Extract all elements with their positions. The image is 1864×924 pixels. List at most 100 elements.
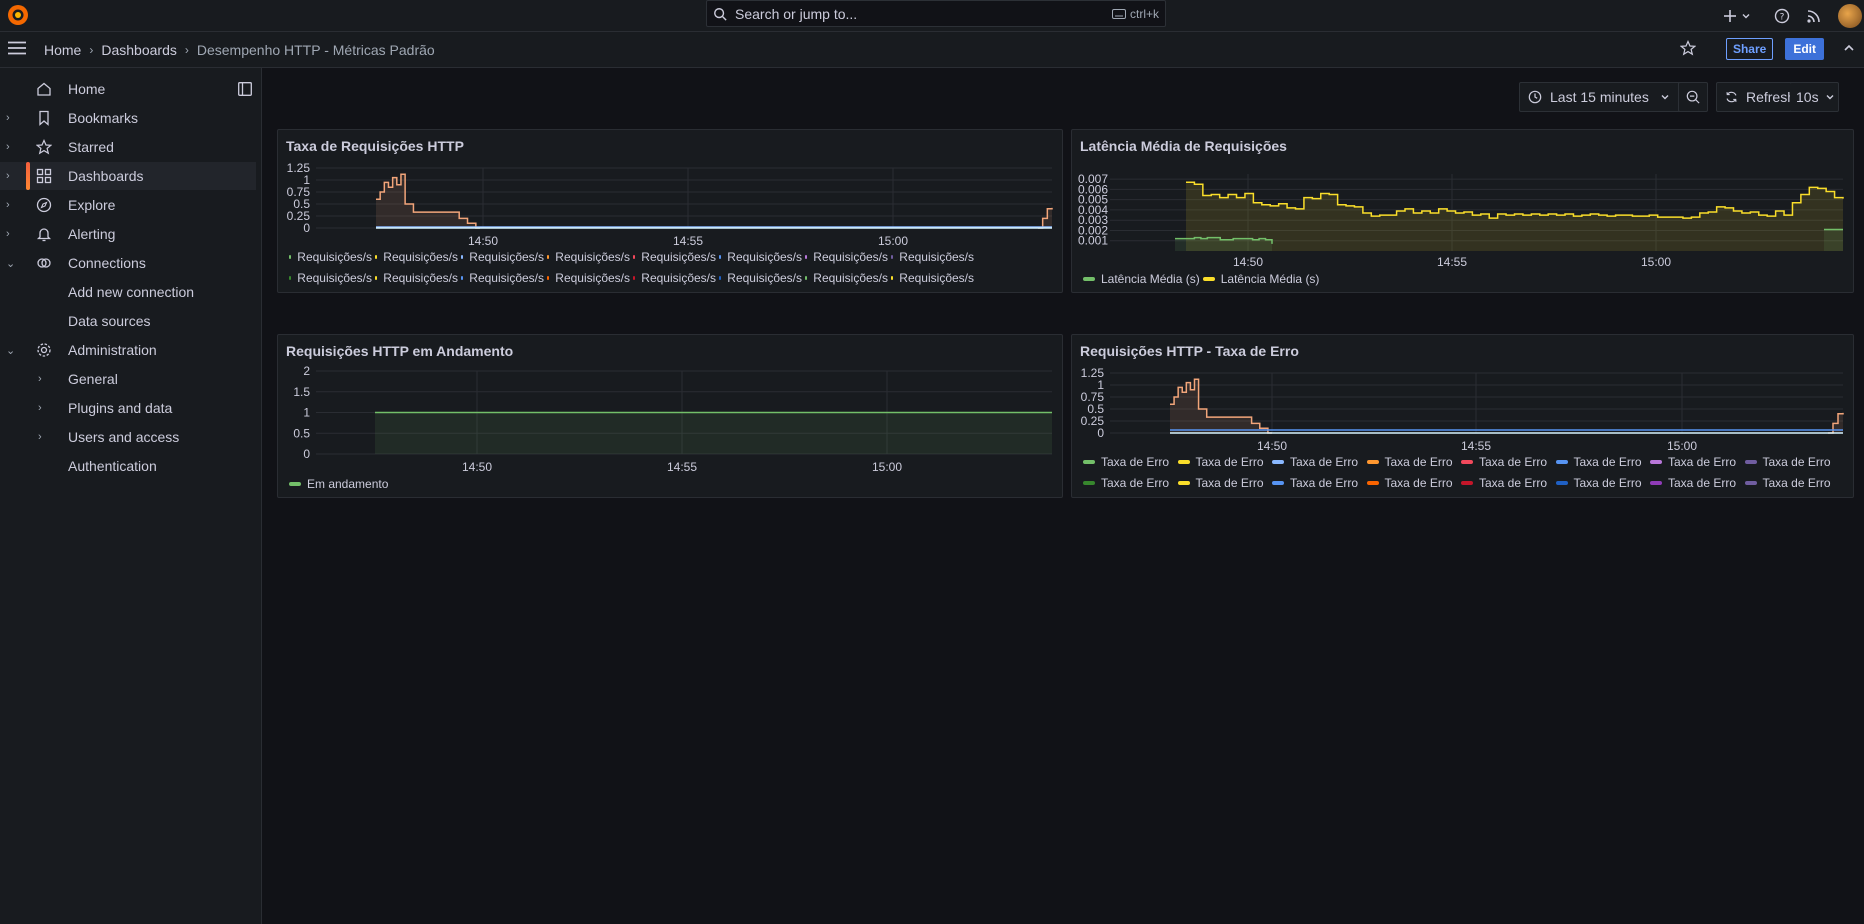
sidebar-item-bookmarks[interactable]: › Bookmarks [0,104,256,132]
legend-item[interactable]: Taxa de Erro [1364,473,1459,492]
breadcrumb-home[interactable]: Home [44,42,81,58]
legend-item[interactable]: Requisições/s [286,268,372,287]
sidebar-item-users-and-access[interactable]: › Users and access [0,423,256,451]
legend-item[interactable]: Taxa de Erro [1553,494,1648,496]
sidebar-item-data-sources[interactable]: Data sources [0,307,256,335]
legend-item[interactable]: Taxa de Erro [1553,452,1648,471]
legend-item[interactable]: Requisições/s [630,289,716,291]
legend-item[interactable]: Requisições/s [716,268,802,287]
legend-item[interactable]: Taxa de Erro [1553,473,1648,492]
legend-item[interactable]: Requisições/s [802,268,888,287]
sidebar-item-alerting[interactable]: › Alerting [0,220,256,248]
time-picker[interactable]: Last 15 minutes [1519,82,1682,112]
sidebar-item-home[interactable]: Home [0,75,256,103]
legend-item[interactable]: Taxa de Erro [1364,494,1459,496]
legend-item[interactable]: Requisições/s [372,247,458,266]
grafana-logo-icon[interactable] [6,3,30,27]
legend-item[interactable]: Taxa de Erro [1080,494,1175,496]
legend-swatch [375,275,378,280]
legend-item[interactable]: Taxa de Erro [1175,473,1270,492]
legend-item[interactable]: Taxa de Erro [1364,452,1459,471]
news-button[interactable] [1806,8,1822,24]
chevron-right-icon[interactable]: › [6,228,10,240]
legend-item[interactable]: Requisições/s [888,247,974,266]
legend-item[interactable]: Requisições/s [544,289,630,291]
help-button[interactable]: ? [1774,8,1790,24]
new-menu-button[interactable] [1723,9,1752,23]
legend-item[interactable]: Taxa de Erro [1269,473,1364,492]
menu-button[interactable] [8,41,28,58]
sidebar-item-administration[interactable]: ⌄ Administration [0,336,256,364]
chevron-down-icon[interactable]: ⌄ [6,257,15,270]
legend-item[interactable]: Requisições/s [544,247,630,266]
chevron-right-icon[interactable]: › [6,199,10,211]
chevron-right-icon[interactable]: › [38,373,42,385]
refresh-button[interactable]: Refresh [1716,82,1796,112]
chevron-right-icon[interactable]: › [6,112,10,124]
legend-item[interactable]: Requisições/s [372,289,458,291]
legend-item[interactable]: Taxa de Erro [1647,494,1742,496]
legend-item[interactable]: Em andamento [286,474,388,493]
chevron-down-icon[interactable]: ⌄ [6,344,15,357]
legend-item[interactable]: Requisições/s [630,268,716,287]
avatar[interactable] [1838,4,1862,28]
legend-item[interactable]: Requisições/s [802,247,888,266]
legend-item[interactable]: Taxa de Erro [1080,473,1175,492]
legend-item[interactable]: Requisições/s [630,247,716,266]
sidebar-item-general[interactable]: › General [0,365,256,393]
legend-item[interactable]: Taxa de Erro [1458,473,1553,492]
sidebar: Home › Bookmarks › Starred › Dashboards … [0,68,262,924]
legend-item[interactable]: Taxa de Erro [1742,494,1837,496]
legend-item[interactable]: Requisições/s [888,268,974,287]
legend-item[interactable]: Requisições/s [458,247,544,266]
legend-item[interactable]: Requisições/s [716,247,802,266]
legend-item[interactable]: Taxa de Erro [1269,452,1364,471]
x-tick-label: 15:00 [872,460,902,474]
search-input[interactable]: Search or jump to... ctrl+k [706,0,1166,27]
sidebar-item-connections[interactable]: ⌄ Connections [0,249,256,277]
legend-label: Requisições/s [727,270,802,285]
panel-latency[interactable]: Latência Média de Requisições 0.007 0.006… [1071,129,1854,293]
legend-item[interactable]: Requisições/s [458,268,544,287]
panel-in-progress[interactable]: Requisições HTTP em Andamento 2 1.5 1 0.5 0 1… [277,334,1063,498]
legend-label: Em andamento [307,476,389,491]
star-dashboard-button[interactable] [1679,39,1697,59]
breadcrumb-dashboards[interactable]: Dashboards [101,42,177,58]
legend-item[interactable]: Requisições/s [458,289,544,291]
panel-request-rate[interactable]: Taxa de Requisições HTTP 1.25 1 0.75 0.5 0.2… [277,129,1063,293]
legend-item[interactable]: Taxa de Erro [1175,494,1270,496]
chevron-right-icon[interactable]: › [6,170,10,182]
top-right-actions: ? [1723,0,1864,32]
sidebar-item-plugins-and-data[interactable]: › Plugins and data [0,394,256,422]
legend-item[interactable]: Taxa de Erro [1080,452,1175,471]
legend-item[interactable]: Taxa de Erro [1742,452,1837,471]
legend-item[interactable]: Taxa de Erro [1647,473,1742,492]
legend-item[interactable]: Taxa de Erro [1269,494,1364,496]
chevron-right-icon[interactable]: › [38,431,42,443]
collapse-button[interactable] [1842,41,1856,58]
legend-item[interactable]: Taxa de Erro [1458,452,1553,471]
panel-error-rate[interactable]: Requisições HTTP - Taxa de Erro 1.25 1 0.7… [1071,334,1854,498]
share-button[interactable]: Share [1725,38,1774,60]
sidebar-item-starred[interactable]: › Starred [0,133,256,161]
edit-button[interactable]: Edit [1785,38,1824,60]
chevron-right-icon[interactable]: › [6,141,10,153]
legend-item[interactable]: Taxa de Erro [1458,494,1553,496]
zoom-out-button[interactable] [1678,82,1708,112]
sidebar-item-dashboards[interactable]: › Dashboards [0,162,256,190]
legend-item[interactable]: Requisições/s [286,247,372,266]
legend-item[interactable]: Latência Média (s) [1200,269,1319,288]
legend-item[interactable]: Latência Média (s) [1080,269,1200,288]
refresh-interval-picker[interactable]: 10s [1790,82,1839,112]
legend-item[interactable]: Taxa de Erro [1175,452,1270,471]
legend-item[interactable]: Requisições/s [372,268,458,287]
legend-item[interactable]: Requisições/s [544,268,630,287]
sidebar-item-authentication[interactable]: Authentication [0,452,256,480]
legend-item[interactable]: Requisições/s [286,289,372,291]
chevron-right-icon[interactable]: › [38,402,42,414]
sidebar-item-explore[interactable]: › Explore [0,191,256,219]
legend-swatch [547,254,550,259]
legend-item[interactable]: Taxa de Erro [1647,452,1742,471]
legend-item[interactable]: Taxa de Erro [1742,473,1837,492]
sidebar-item-add-new-connection[interactable]: Add new connection [0,278,256,306]
